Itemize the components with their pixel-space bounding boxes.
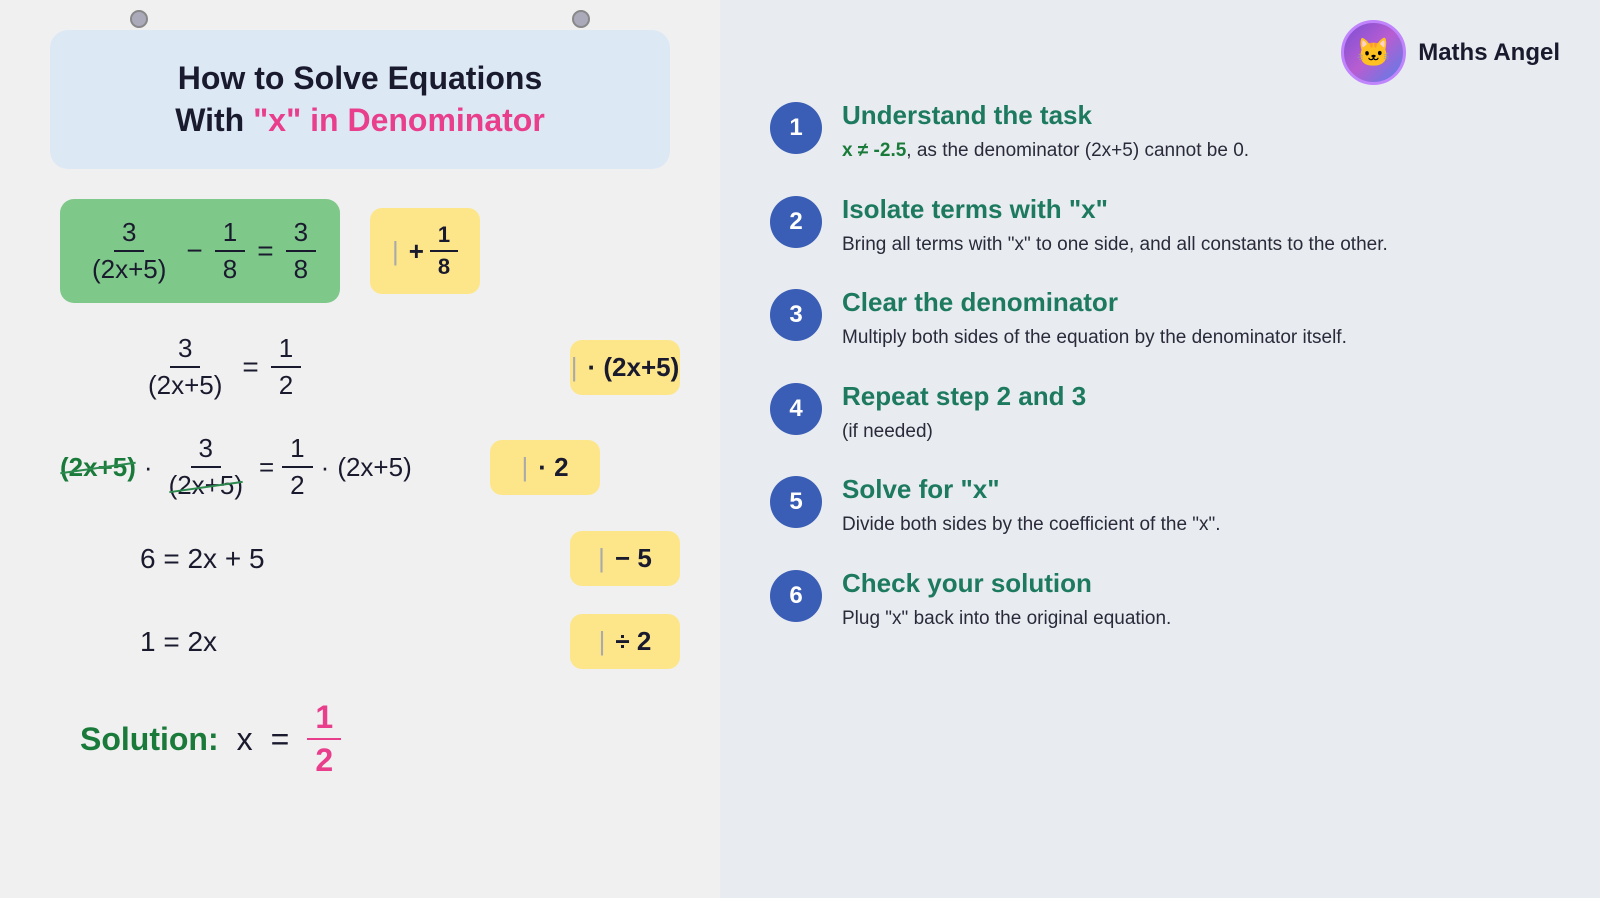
- step-2-content: Isolate terms with "x" Bring all terms w…: [842, 194, 1388, 260]
- solution-row: Solution: x = 1 2: [60, 697, 680, 781]
- hint-2: | · (2x+5): [570, 340, 680, 395]
- expr-row4: 6 = 2x + 5: [140, 543, 540, 575]
- step-5: 5 Solve for "x" Divide both sides by the…: [770, 474, 1550, 540]
- equation-row-2: 3 (2x+5) = 1 2 | · (2x+5): [60, 331, 680, 403]
- hint-5: | ÷ 2: [570, 614, 680, 669]
- step-6-title: Check your solution: [842, 568, 1171, 599]
- branding: 🐱 Maths Angel: [1341, 20, 1560, 85]
- step-1-title: Understand the task: [842, 100, 1249, 131]
- hint-3: | · 2: [490, 440, 600, 495]
- step-badge-1: 1: [770, 102, 822, 154]
- equation-row-1: 3 (2x+5) − 1 8 = 3 8 | + 1 8: [60, 199, 680, 303]
- frac-3-8: 3 8: [286, 215, 316, 287]
- step-6-content: Check your solution Plug "x" back into t…: [842, 568, 1171, 634]
- frac-3-2x5: 3 (2x+5): [84, 215, 174, 287]
- step-6: 6 Check your solution Plug "x" back into…: [770, 568, 1550, 634]
- step-2-title: Isolate terms with "x": [842, 194, 1388, 225]
- step-badge-4: 4: [770, 383, 822, 435]
- equation-row-5: 1 = 2x | ÷ 2: [60, 614, 680, 669]
- step-badge-5: 5: [770, 476, 822, 528]
- step-1-desc: x ≠ -2.5, as the denominator (2x+5) cann…: [842, 137, 1249, 166]
- step-4: 4 Repeat step 2 and 3 (if needed): [770, 381, 1550, 447]
- hint-4: | − 5: [570, 531, 680, 586]
- expr-row5: 1 = 2x: [140, 626, 540, 658]
- expr-row3: (2x+5) · 3 (2x+5) = 1 2 · (2x+5): [60, 431, 460, 503]
- avatar: 🐱: [1341, 20, 1406, 85]
- right-panel: 🐱 Maths Angel 1 Understand the task x ≠ …: [720, 0, 1600, 898]
- step-3: 3 Clear the denominator Multiply both si…: [770, 287, 1550, 353]
- step-6-desc: Plug "x" back into the original equation…: [842, 605, 1171, 634]
- step-3-content: Clear the denominator Multiply both side…: [842, 287, 1347, 353]
- step-1: 1 Understand the task x ≠ -2.5, as the d…: [770, 100, 1550, 166]
- step-2: 2 Isolate terms with "x" Bring all terms…: [770, 194, 1550, 260]
- expr-row2: 3 (2x+5) = 1 2: [140, 331, 540, 403]
- step-4-title: Repeat step 2 and 3: [842, 381, 1086, 412]
- math-area: 3 (2x+5) − 1 8 = 3 8 | + 1 8: [40, 199, 680, 781]
- equation-row-3: (2x+5) · 3 (2x+5) = 1 2 · (2x+5) | · 2: [60, 431, 680, 503]
- step-badge-6: 6: [770, 570, 822, 622]
- solution-label: Solution:: [80, 721, 219, 758]
- equation-green-box: 3 (2x+5) − 1 8 = 3 8: [60, 199, 340, 303]
- step-5-content: Solve for "x" Divide both sides by the c…: [842, 474, 1221, 540]
- step-3-title: Clear the denominator: [842, 287, 1347, 318]
- step-5-title: Solve for "x": [842, 474, 1221, 505]
- step-3-desc: Multiply both sides of the equation by t…: [842, 324, 1347, 353]
- step-5-desc: Divide both sides by the coefficient of …: [842, 511, 1221, 540]
- title-card: How to Solve Equations With "x" in Denom…: [50, 30, 670, 169]
- left-panel: How to Solve Equations With "x" in Denom…: [0, 0, 720, 898]
- title-heading: How to Solve Equations With "x" in Denom…: [90, 58, 630, 141]
- solution-fraction: 1 2: [307, 697, 341, 781]
- step-4-desc: (if needed): [842, 418, 1086, 447]
- hint-frac-1-8: 1 8: [430, 220, 458, 282]
- step-2-desc: Bring all terms with "x" to one side, an…: [842, 231, 1388, 260]
- solution-x: x: [237, 721, 253, 758]
- step-badge-2: 2: [770, 196, 822, 248]
- brand-name: Maths Angel: [1418, 39, 1560, 67]
- step-4-content: Repeat step 2 and 3 (if needed): [842, 381, 1086, 447]
- step-badge-3: 3: [770, 289, 822, 341]
- equation-row-4: 6 = 2x + 5 | − 5: [60, 531, 680, 586]
- solution-equals: =: [271, 721, 290, 758]
- hint-1: | + 1 8: [370, 208, 480, 294]
- frac-1-8: 1 8: [215, 215, 245, 287]
- step-1-content: Understand the task x ≠ -2.5, as the den…: [842, 100, 1249, 166]
